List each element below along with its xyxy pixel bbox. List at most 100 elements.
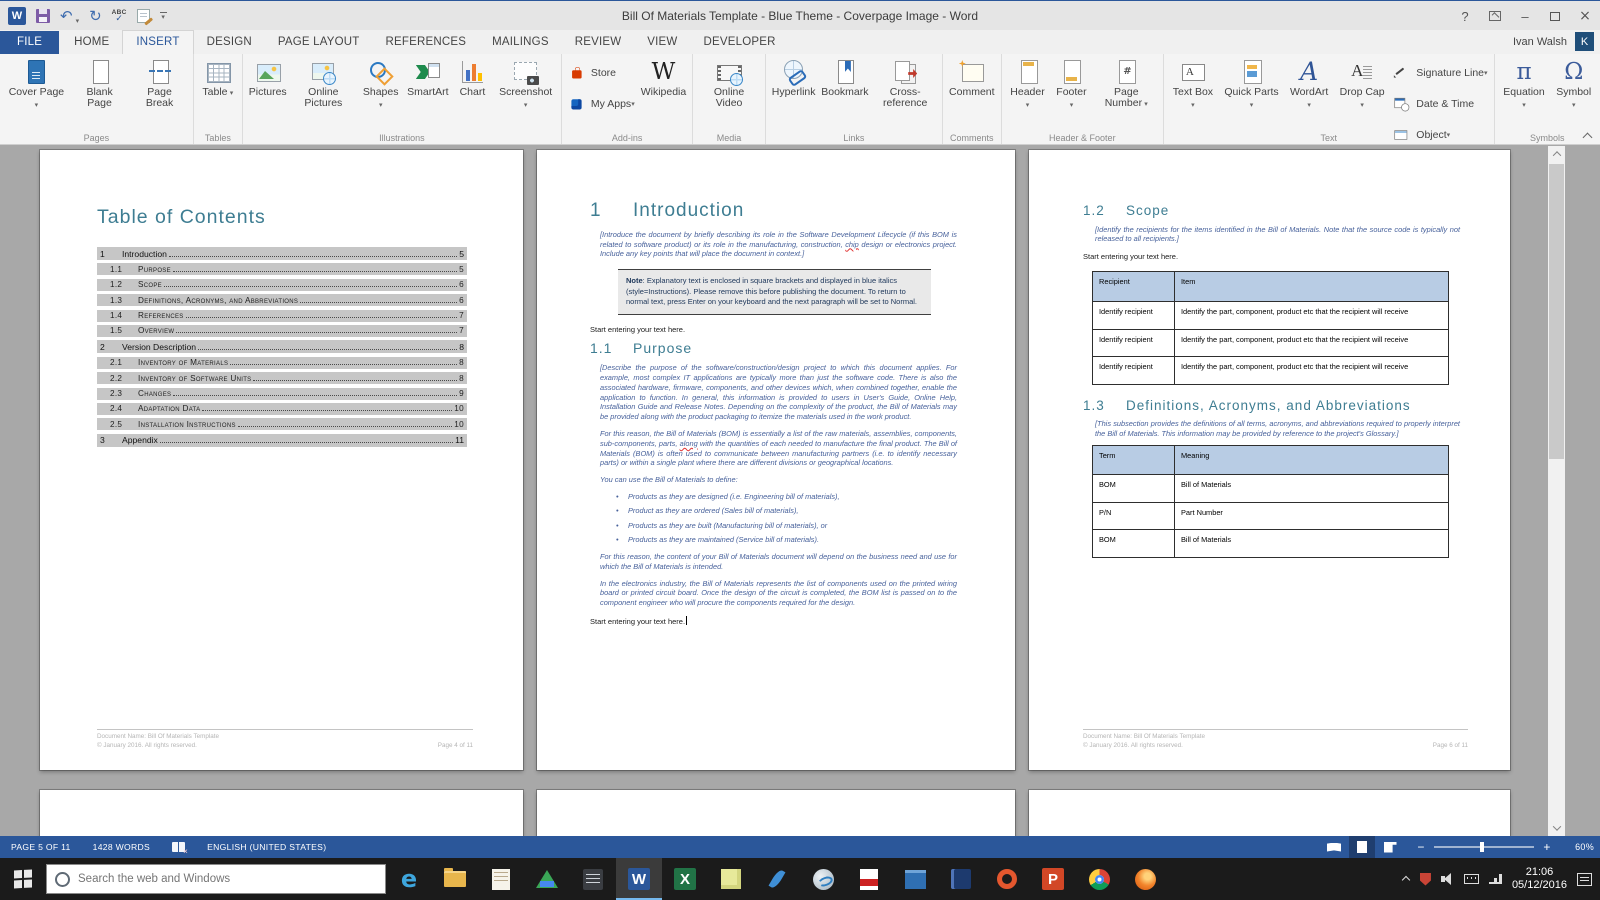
edge-icon[interactable]: e bbox=[386, 858, 432, 900]
tab-file[interactable]: FILE bbox=[0, 31, 59, 54]
toc-entry[interactable]: 2.3Changes9 bbox=[97, 388, 467, 400]
word-taskbar-icon[interactable]: W bbox=[616, 858, 662, 900]
action-center-icon[interactable] bbox=[1577, 873, 1592, 886]
restore-button[interactable] bbox=[1540, 1, 1570, 31]
taskbar-search[interactable] bbox=[46, 864, 386, 894]
toc-entry[interactable]: 2.2Inventory of Software Units8 bbox=[97, 372, 467, 384]
keyboard-tray-icon[interactable] bbox=[1464, 874, 1479, 884]
equation-button[interactable]: πEquation bbox=[1498, 56, 1551, 111]
customize-qat-button[interactable]: ▾ bbox=[160, 12, 167, 20]
save-icon[interactable] bbox=[36, 9, 50, 23]
zoom-slider-thumb[interactable] bbox=[1480, 842, 1484, 852]
page-break-button[interactable]: Page Break bbox=[129, 56, 190, 109]
document-page-partial[interactable] bbox=[40, 790, 523, 836]
signature-line-button[interactable]: Signature Line bbox=[1390, 59, 1490, 87]
media-player-icon[interactable] bbox=[800, 858, 846, 900]
page-indicator[interactable]: PAGE 5 OF 11 bbox=[0, 836, 82, 858]
toc-entry[interactable]: 1.4References7 bbox=[97, 310, 467, 322]
journal-app-icon[interactable] bbox=[570, 858, 616, 900]
scrollbar-thumb[interactable] bbox=[1549, 164, 1564, 459]
page-number-button[interactable]: Page Number bbox=[1092, 56, 1160, 110]
zoom-level[interactable]: 60% bbox=[1564, 842, 1594, 852]
hyperlink-button[interactable]: Hyperlink bbox=[769, 56, 819, 98]
file-explorer-icon[interactable] bbox=[432, 858, 478, 900]
volume-icon[interactable] bbox=[1441, 873, 1454, 885]
powerpoint-icon[interactable]: P bbox=[1030, 858, 1076, 900]
tab-page-layout[interactable]: PAGE LAYOUT bbox=[265, 31, 373, 54]
tab-design[interactable]: DESIGN bbox=[194, 31, 265, 54]
toc-entry[interactable]: 1.3Definitions, Acronyms, and Abbreviati… bbox=[97, 294, 467, 306]
drop-cap-button[interactable]: Drop Cap bbox=[1334, 56, 1390, 111]
tab-mailings[interactable]: MAILINGS bbox=[479, 31, 562, 54]
taskbar-clock[interactable]: 21:06 05/12/2016 bbox=[1512, 866, 1567, 892]
table-button[interactable]: Table bbox=[197, 56, 239, 99]
online-pictures-button[interactable]: Online Pictures bbox=[290, 56, 358, 109]
comment-button[interactable]: Comment bbox=[946, 56, 998, 98]
photos-app-icon[interactable] bbox=[892, 858, 938, 900]
tab-review[interactable]: REVIEW bbox=[562, 31, 635, 54]
quick-parts-button[interactable]: Quick Parts bbox=[1219, 56, 1285, 111]
toc-entry[interactable]: 1.5Overview7 bbox=[97, 325, 467, 337]
close-button[interactable]: × bbox=[1570, 1, 1600, 31]
undo-icon[interactable]: ↶ bbox=[60, 9, 73, 23]
chart-button[interactable]: Chart bbox=[451, 56, 493, 98]
document-page-partial[interactable] bbox=[537, 790, 1015, 836]
store-button[interactable]: Store bbox=[565, 59, 638, 87]
wordart-button[interactable]: AWordArt bbox=[1284, 56, 1334, 111]
web-layout-button[interactable] bbox=[1377, 836, 1403, 858]
toc-entry[interactable]: 1.2Scope6 bbox=[97, 279, 467, 291]
help-button[interactable]: ? bbox=[1450, 1, 1480, 31]
user-avatar[interactable]: K bbox=[1575, 32, 1594, 51]
opera-icon[interactable] bbox=[984, 858, 1030, 900]
proofing-status-icon[interactable] bbox=[161, 836, 196, 858]
document-page-introduction[interactable]: 1Introduction [Introduce the document by… bbox=[537, 150, 1015, 770]
tab-insert[interactable]: INSERT bbox=[122, 30, 193, 54]
tab-home[interactable]: HOME bbox=[61, 31, 122, 54]
symbol-button[interactable]: ΩSymbol bbox=[1550, 56, 1597, 111]
reader-app-icon[interactable] bbox=[938, 858, 984, 900]
pdf-reader-icon[interactable] bbox=[846, 858, 892, 900]
toc-entry[interactable]: 1Introduction5 bbox=[97, 247, 467, 260]
antivirus-tray-icon[interactable] bbox=[1420, 873, 1431, 886]
footer-button[interactable]: Footer bbox=[1050, 56, 1092, 111]
minimize-button[interactable]: – bbox=[1510, 1, 1540, 31]
vertical-scrollbar[interactable] bbox=[1548, 146, 1565, 836]
zoom-in-button[interactable]: + bbox=[1541, 840, 1553, 854]
cross-reference-button[interactable]: Cross-reference bbox=[871, 56, 939, 109]
sticky-notes-icon[interactable] bbox=[708, 858, 754, 900]
screenshot-button[interactable]: Screenshot bbox=[493, 56, 558, 111]
chrome-icon[interactable] bbox=[1076, 858, 1122, 900]
tab-developer[interactable]: DEVELOPER bbox=[690, 31, 788, 54]
date-time-button[interactable]: Date & Time bbox=[1390, 90, 1490, 118]
scroll-up-icon[interactable] bbox=[1548, 146, 1565, 162]
tray-expand-icon[interactable] bbox=[1402, 875, 1410, 883]
word-count[interactable]: 1428 WORDS bbox=[82, 836, 161, 858]
toc-entry[interactable]: 1.1Purpose5 bbox=[97, 263, 467, 275]
spelling-grammar-icon[interactable]: ABC ✓ bbox=[112, 9, 127, 23]
word-logo-icon[interactable]: W bbox=[8, 7, 26, 25]
shapes-button[interactable]: Shapes bbox=[357, 56, 404, 111]
notes-app-icon[interactable] bbox=[478, 858, 524, 900]
online-video-button[interactable]: Online Video bbox=[696, 56, 762, 109]
signed-in-user[interactable]: Ivan Walsh bbox=[1513, 36, 1567, 48]
editing-mode-icon[interactable] bbox=[137, 9, 150, 23]
toc-entry[interactable]: 2Version Description8 bbox=[97, 340, 467, 353]
start-button[interactable] bbox=[0, 858, 46, 900]
google-drive-icon[interactable] bbox=[524, 858, 570, 900]
collapse-ribbon-icon[interactable] bbox=[1583, 131, 1592, 140]
zoom-slider[interactable] bbox=[1434, 846, 1534, 848]
wikipedia-button[interactable]: WWikipedia bbox=[638, 56, 690, 98]
toc-entry[interactable]: 2.4Adaptation Data10 bbox=[97, 403, 467, 415]
my-apps-button[interactable]: My Apps bbox=[565, 90, 638, 118]
tab-references[interactable]: REFERENCES bbox=[373, 31, 480, 54]
firefox-icon[interactable] bbox=[1122, 858, 1168, 900]
scroll-down-icon[interactable] bbox=[1548, 820, 1565, 836]
toc-entry[interactable]: 2.5Installation Instructions10 bbox=[97, 418, 467, 430]
cover-page-button[interactable]: Cover Page bbox=[3, 56, 70, 111]
document-page-partial[interactable] bbox=[1029, 790, 1510, 836]
language-indicator[interactable]: ENGLISH (UNITED STATES) bbox=[196, 836, 337, 858]
header-button[interactable]: Header bbox=[1005, 56, 1051, 111]
tab-view[interactable]: VIEW bbox=[634, 31, 690, 54]
document-page-scope[interactable]: 1.2Scope [Identify the recipients for th… bbox=[1029, 150, 1510, 770]
search-input[interactable] bbox=[78, 873, 377, 885]
